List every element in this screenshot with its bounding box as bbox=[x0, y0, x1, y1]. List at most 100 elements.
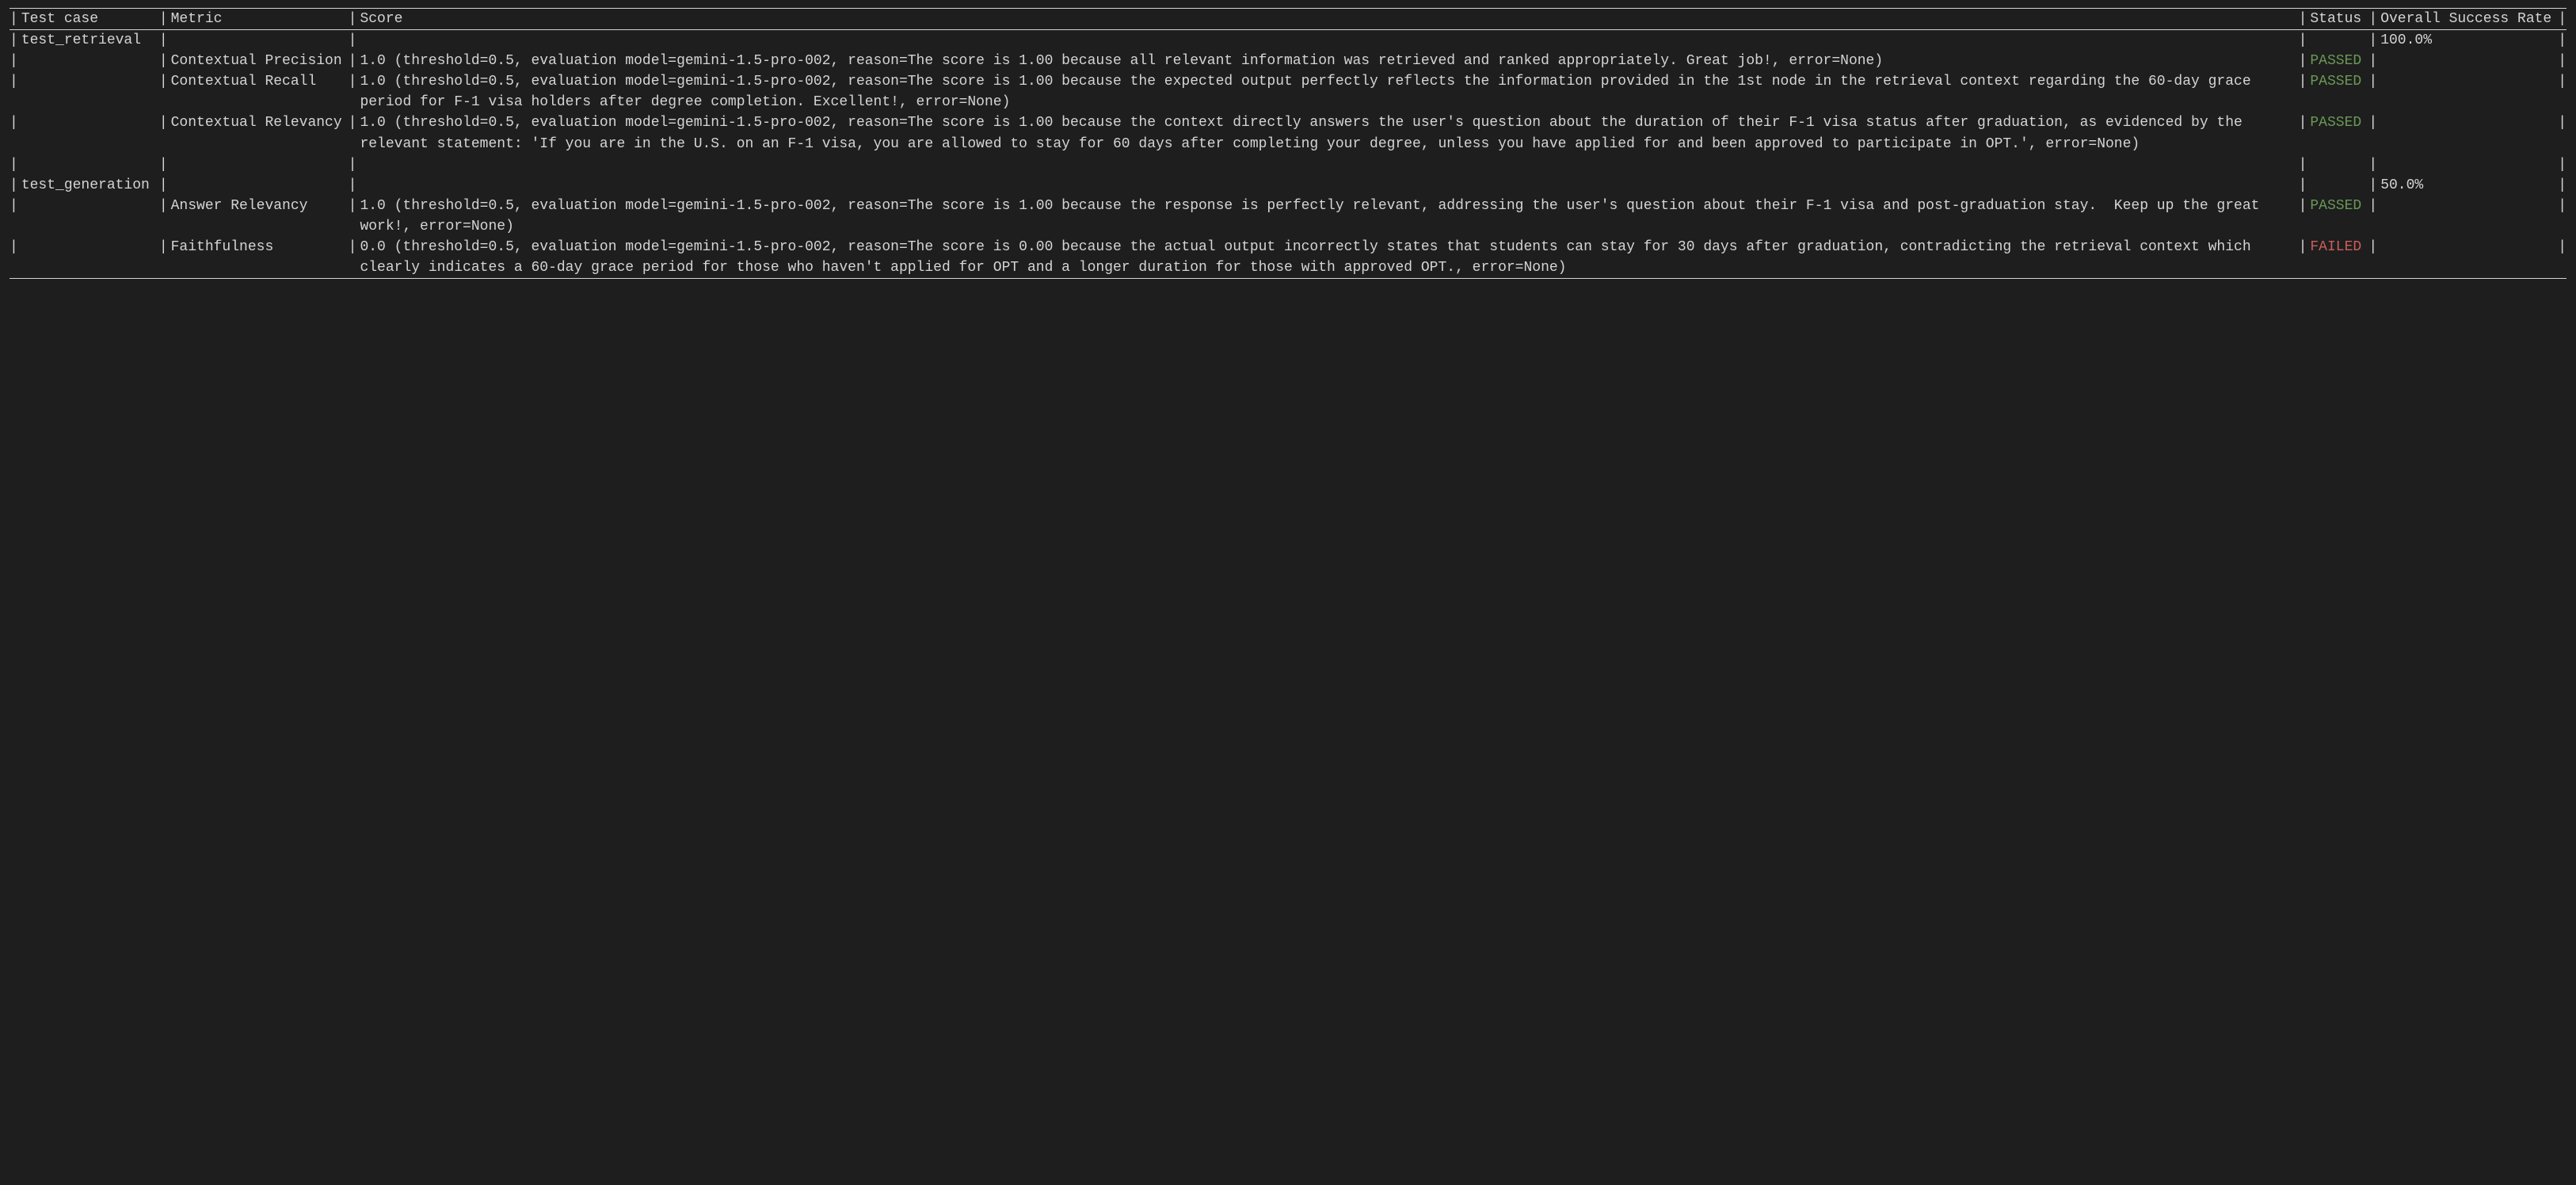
column-separator: | bbox=[2365, 175, 2380, 196]
cell-status bbox=[2310, 154, 2365, 175]
column-separator: | bbox=[156, 154, 171, 175]
column-separator: | bbox=[2365, 51, 2380, 71]
column-separator: | bbox=[156, 30, 171, 51]
column-separator: | bbox=[2365, 30, 2380, 51]
column-separator: | bbox=[156, 112, 171, 154]
column-separator: | bbox=[2555, 237, 2570, 278]
data-row: ||Contextual Relevancy|1.0 (threshold=0.… bbox=[6, 112, 2570, 154]
cell-testcase: test_generation bbox=[21, 175, 156, 196]
cell-testcase bbox=[21, 71, 156, 112]
cell-metric: Answer Relevancy bbox=[171, 196, 345, 237]
cell-rate bbox=[2380, 71, 2555, 112]
cell-score: 0.0 (threshold=0.5, evaluation model=gem… bbox=[360, 237, 2295, 278]
column-separator: | bbox=[6, 112, 21, 154]
cell-metric: Contextual Relevancy bbox=[171, 112, 345, 154]
column-separator: | bbox=[2555, 196, 2570, 237]
column-separator: | bbox=[6, 30, 21, 51]
column-separator: | bbox=[2296, 237, 2311, 278]
header-rate: Overall Success Rate bbox=[2380, 9, 2555, 29]
cell-score: 1.0 (threshold=0.5, evaluation model=gem… bbox=[360, 51, 2295, 71]
cell-testcase: test_retrieval bbox=[21, 30, 156, 51]
column-separator: | bbox=[156, 175, 171, 196]
column-separator: | bbox=[345, 196, 360, 237]
column-separator: | bbox=[345, 175, 360, 196]
cell-rate: 50.0% bbox=[2380, 175, 2555, 196]
column-separator: | bbox=[6, 51, 21, 71]
cell-testcase bbox=[21, 196, 156, 237]
cell-status: FAILED bbox=[2310, 237, 2365, 278]
cell-rate bbox=[2380, 154, 2555, 175]
column-separator: | bbox=[2555, 71, 2570, 112]
column-separator: | bbox=[2296, 30, 2311, 51]
data-row: |||||| bbox=[6, 154, 2570, 175]
cell-rate bbox=[2380, 237, 2555, 278]
column-separator: | bbox=[156, 51, 171, 71]
column-separator: | bbox=[345, 112, 360, 154]
column-separator: | bbox=[2296, 196, 2311, 237]
column-separator: | bbox=[2555, 30, 2570, 51]
column-separator: | bbox=[2365, 112, 2380, 154]
cell-metric bbox=[171, 154, 345, 175]
cell-metric: Faithfulness bbox=[171, 237, 345, 278]
column-separator: | bbox=[2555, 9, 2570, 29]
column-separator: | bbox=[6, 9, 21, 29]
cell-metric bbox=[171, 175, 345, 196]
column-separator: | bbox=[156, 9, 171, 29]
column-separator: | bbox=[2296, 112, 2311, 154]
cell-status: PASSED bbox=[2310, 51, 2365, 71]
header-metric: Metric bbox=[171, 9, 345, 29]
header-testcase: Test case bbox=[21, 9, 156, 29]
header-row: |Test case|Metric|Score|Status|Overall S… bbox=[6, 9, 2570, 29]
cell-status: PASSED bbox=[2310, 71, 2365, 112]
data-row: |test_retrieval||||100.0%| bbox=[6, 30, 2570, 51]
cell-score: 1.0 (threshold=0.5, evaluation model=gem… bbox=[360, 112, 2295, 154]
column-separator: | bbox=[6, 196, 21, 237]
column-separator: | bbox=[156, 237, 171, 278]
data-row: ||Contextual Precision|1.0 (threshold=0.… bbox=[6, 51, 2570, 71]
data-row: ||Faithfulness|0.0 (threshold=0.5, evalu… bbox=[6, 237, 2570, 278]
data-row: ||Answer Relevancy|1.0 (threshold=0.5, e… bbox=[6, 196, 2570, 237]
cell-testcase bbox=[21, 237, 156, 278]
cell-metric bbox=[171, 30, 345, 51]
cell-score bbox=[360, 30, 2295, 51]
column-separator: | bbox=[6, 175, 21, 196]
column-separator: | bbox=[6, 154, 21, 175]
cell-score bbox=[360, 154, 2295, 175]
column-separator: | bbox=[6, 237, 21, 278]
column-separator: | bbox=[2365, 196, 2380, 237]
header-status: Status bbox=[2310, 9, 2365, 29]
cell-score bbox=[360, 175, 2295, 196]
cell-metric: Contextual Recall bbox=[171, 71, 345, 112]
data-row: ||Contextual Recall|1.0 (threshold=0.5, … bbox=[6, 71, 2570, 112]
cell-testcase bbox=[21, 154, 156, 175]
column-separator: | bbox=[345, 237, 360, 278]
column-separator: | bbox=[2555, 175, 2570, 196]
column-separator: | bbox=[2365, 237, 2380, 278]
column-separator: | bbox=[345, 30, 360, 51]
column-separator: | bbox=[2555, 51, 2570, 71]
test-results-table: |Test case|Metric|Score|Status|Overall S… bbox=[6, 8, 2570, 279]
data-row: |test_generation||||50.0%| bbox=[6, 175, 2570, 196]
column-separator: | bbox=[2555, 112, 2570, 154]
column-separator: | bbox=[2296, 175, 2311, 196]
column-separator: | bbox=[2296, 71, 2311, 112]
column-separator: | bbox=[345, 51, 360, 71]
cell-rate bbox=[2380, 112, 2555, 154]
cell-status: PASSED bbox=[2310, 196, 2365, 237]
column-separator: | bbox=[156, 71, 171, 112]
column-separator: | bbox=[345, 9, 360, 29]
column-separator: | bbox=[156, 196, 171, 237]
cell-score: 1.0 (threshold=0.5, evaluation model=gem… bbox=[360, 196, 2295, 237]
column-separator: | bbox=[345, 71, 360, 112]
column-separator: | bbox=[6, 71, 21, 112]
column-separator: | bbox=[2296, 51, 2311, 71]
column-separator: | bbox=[2365, 154, 2380, 175]
cell-testcase bbox=[21, 51, 156, 71]
cell-status bbox=[2310, 175, 2365, 196]
column-separator: | bbox=[2365, 71, 2380, 112]
cell-score: 1.0 (threshold=0.5, evaluation model=gem… bbox=[360, 71, 2295, 112]
cell-status: PASSED bbox=[2310, 112, 2365, 154]
column-separator: | bbox=[345, 154, 360, 175]
horizontal-rule bbox=[10, 278, 2566, 279]
cell-status bbox=[2310, 30, 2365, 51]
